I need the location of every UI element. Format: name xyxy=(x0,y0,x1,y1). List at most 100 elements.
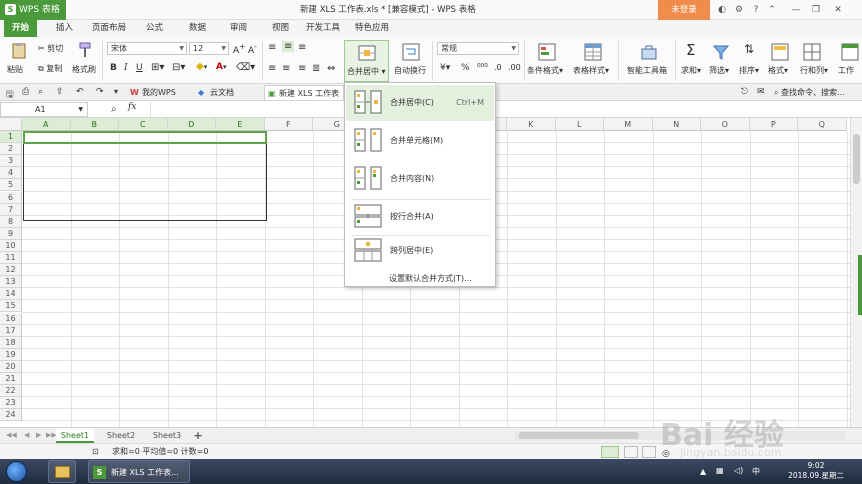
ime-icon[interactable]: 中 xyxy=(752,466,760,477)
italic-button[interactable]: I xyxy=(124,63,128,73)
comment-icon[interactable]: ✉ xyxy=(757,87,765,97)
increase-decimal-icon[interactable]: .0 xyxy=(494,63,502,72)
menu-item-set-default-merge[interactable]: 设置默认合并方式(T)... xyxy=(389,273,472,284)
row-header-23[interactable]: 23 xyxy=(0,397,22,410)
row-header-16[interactable]: 16 xyxy=(0,312,22,325)
tab-cloud-docs[interactable]: ◆ 云文档 xyxy=(196,85,234,100)
filter-icon[interactable] xyxy=(712,43,730,61)
justify-icon[interactable]: ≣ xyxy=(312,63,320,74)
sort-button[interactable]: 排序▾ xyxy=(739,65,759,76)
menu-item-merge-cells[interactable]: 合并单元格(M) xyxy=(346,123,494,159)
menu-item-center-across[interactable]: 跨列居中(E) xyxy=(346,233,494,269)
row-header-19[interactable]: 19 xyxy=(0,348,22,361)
zoom-icon[interactable]: ⌕ xyxy=(111,104,117,115)
app-menu-button[interactable]: SWPS 表格 ▾ xyxy=(0,0,66,35)
decrease-font-button[interactable]: A- xyxy=(248,42,257,56)
row-header-15[interactable]: 15 xyxy=(0,300,22,313)
column-header-e[interactable]: E xyxy=(216,118,265,131)
login-button[interactable]: 未登录 xyxy=(658,0,710,20)
system-clock[interactable]: 9:02 2018.09.星期二 xyxy=(788,461,844,481)
network-icon[interactable]: ▦ xyxy=(716,466,724,475)
increase-font-button[interactable]: A+ xyxy=(233,42,245,56)
select-all-corner[interactable] xyxy=(0,118,22,131)
row-header-3[interactable]: 3 xyxy=(0,155,22,168)
row-header-22[interactable]: 22 xyxy=(0,385,22,398)
sort-icon[interactable]: ⇅ xyxy=(744,42,754,56)
row-header-18[interactable]: 18 xyxy=(0,336,22,349)
font-family-select[interactable]: 宋体 ▼ xyxy=(107,42,187,55)
row-header-11[interactable]: 11 xyxy=(0,252,22,265)
format-painter-button[interactable]: 格式刷 xyxy=(72,64,96,75)
row-header-14[interactable]: 14 xyxy=(0,288,22,301)
tray-up-icon[interactable]: ▲ xyxy=(700,467,706,476)
column-header-m[interactable]: M xyxy=(604,118,653,131)
table-style-icon[interactable] xyxy=(584,43,602,61)
close-icon[interactable]: ✕ xyxy=(832,4,844,16)
align-middle-icon[interactable]: ≡ xyxy=(282,41,295,52)
formula-input[interactable] xyxy=(150,102,858,117)
help-icon[interactable]: ? xyxy=(750,4,762,16)
row-header-1[interactable]: 1 xyxy=(0,131,22,144)
fill-color-icon[interactable]: ◆▾ xyxy=(196,61,207,72)
paste-button[interactable]: 粘贴 xyxy=(7,64,23,75)
tab-data[interactable]: 数据 xyxy=(189,20,206,37)
vertical-scroll-thumb[interactable] xyxy=(853,134,860,184)
font-color-icon[interactable]: A▾ xyxy=(216,62,226,72)
tab-insert[interactable]: 插入 xyxy=(56,20,73,37)
cut-button[interactable]: ✂ 剪切 xyxy=(38,43,63,54)
volume-icon[interactable]: ◁) xyxy=(734,466,743,475)
font-size-select[interactable]: 12 ▼ xyxy=(189,42,229,55)
wrap-text-button[interactable]: 自动换行 xyxy=(394,65,426,76)
active-cell-selection[interactable] xyxy=(23,131,267,144)
tab-current-document[interactable]: ▣ 新建 XLS 工作表 xyxy=(264,85,344,100)
smart-toolbox-button[interactable]: 智能工具箱 xyxy=(627,65,667,76)
thousands-icon[interactable]: ⁰⁰⁰ xyxy=(477,63,488,73)
horizontal-scroll-thumb[interactable] xyxy=(519,432,639,439)
column-header-p[interactable]: P xyxy=(749,118,798,131)
sheet-nav-prev-icon[interactable]: ◀ xyxy=(24,431,29,439)
underline-button[interactable]: U xyxy=(136,63,143,73)
column-header-k[interactable]: K xyxy=(507,118,556,131)
column-header-n[interactable]: N xyxy=(652,118,701,131)
wrap-text-icon[interactable] xyxy=(402,43,420,61)
column-header-l[interactable]: L xyxy=(555,118,604,131)
align-center-icon[interactable]: ≡ xyxy=(282,63,290,74)
macro-icon[interactable]: ⊡ xyxy=(92,444,99,460)
minimize-icon[interactable]: — xyxy=(790,4,802,16)
decrease-decimal-icon[interactable]: .00 xyxy=(508,63,521,72)
tab-home[interactable]: 开始 xyxy=(4,20,38,37)
rows-columns-button[interactable]: 行和列▾ xyxy=(800,65,828,76)
row-header-10[interactable]: 10 xyxy=(0,239,22,252)
share-icon[interactable]: ⎋ xyxy=(741,87,748,97)
sheet-nav-next-icon[interactable]: ▶ xyxy=(36,431,41,439)
explorer-taskbar-button[interactable] xyxy=(48,460,76,483)
start-button[interactable] xyxy=(6,461,27,482)
customize-icon[interactable]: ▾ xyxy=(114,87,118,96)
redo-icon[interactable]: ↷ xyxy=(96,87,104,97)
bold-button[interactable]: B xyxy=(110,63,117,73)
row-header-2[interactable]: 2 xyxy=(0,143,22,156)
table-style-button[interactable]: 表格样式▾ xyxy=(573,65,609,76)
row-header-7[interactable]: 7 xyxy=(0,203,22,216)
column-header-o[interactable]: O xyxy=(701,118,750,131)
row-header-4[interactable]: 4 xyxy=(0,167,22,180)
menu-item-merge-content[interactable]: 合并内容(N) xyxy=(346,161,494,197)
sheet-tab-3[interactable]: Sheet3 xyxy=(147,428,187,443)
side-panel-handle[interactable] xyxy=(858,255,862,315)
currency-icon[interactable]: ¥▾ xyxy=(440,63,450,73)
sum-button[interactable]: 求和▾ xyxy=(681,65,701,76)
clear-icon[interactable]: ⌫▾ xyxy=(236,62,255,73)
toolbox-icon[interactable] xyxy=(640,43,658,61)
restore-icon[interactable]: ❐ xyxy=(810,4,822,16)
worksheet-icon[interactable] xyxy=(841,43,859,61)
sheet-tab-2[interactable]: Sheet2 xyxy=(101,428,141,443)
tab-features[interactable]: 特色应用 xyxy=(355,20,389,37)
skin-icon[interactable]: ◐ xyxy=(716,4,728,16)
sheet-tab-1[interactable]: Sheet1 xyxy=(56,428,94,443)
insert-function-button[interactable]: fx xyxy=(128,102,136,112)
tab-formula[interactable]: 公式 xyxy=(146,20,163,37)
preview-icon[interactable]: ⌕ xyxy=(38,87,43,97)
row-header-5[interactable]: 5 xyxy=(0,179,22,192)
command-search[interactable]: ⌕ 查找命令、搜索... xyxy=(774,87,845,98)
format-icon[interactable] xyxy=(771,43,789,61)
